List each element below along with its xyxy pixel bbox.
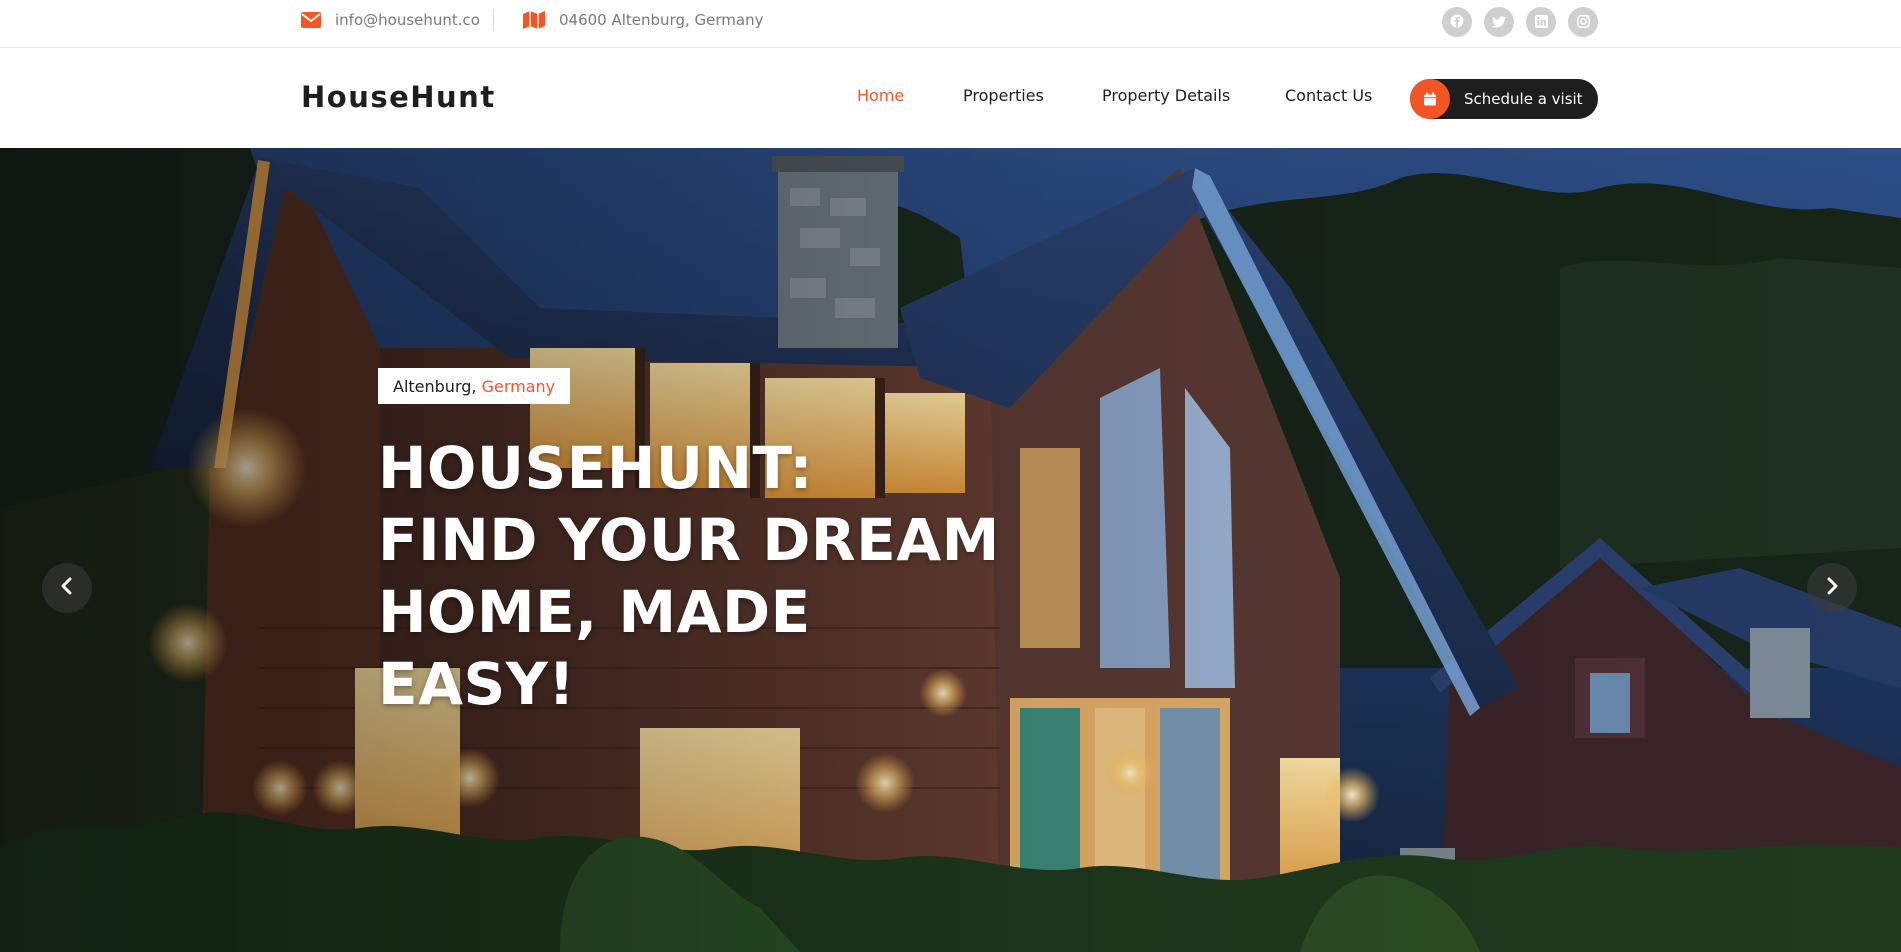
headline-line: EASY! (378, 650, 576, 718)
top-info-bar: info@househunt.co 04600 Altenburg, Germa… (0, 0, 1901, 48)
contact-email[interactable]: info@househunt.co (301, 0, 480, 40)
map-icon (523, 11, 545, 29)
main-navbar: HouseHunt Home Properties Property Detai… (0, 48, 1901, 148)
carousel-next-button[interactable] (1807, 563, 1857, 613)
nav-properties[interactable]: Properties (963, 86, 1044, 105)
contact-email-text: info@househunt.co (335, 11, 480, 29)
twitter-icon (1492, 13, 1506, 32)
facebook-icon (1450, 13, 1464, 32)
divider (493, 9, 494, 31)
nav-property-details[interactable]: Property Details (1102, 86, 1230, 105)
headline-line: FIND YOUR DREAM (378, 506, 1000, 574)
carousel-prev-button[interactable] (42, 563, 92, 613)
location-country: Germany (481, 376, 556, 396)
chevron-left-icon (60, 577, 74, 599)
headline-line: HOME, MADE (378, 578, 811, 646)
location-city: Altenburg, (393, 376, 477, 396)
chevron-right-icon (1825, 577, 1839, 599)
headline-line: HOUSEHUNT: (378, 434, 814, 502)
site-logo[interactable]: HouseHunt (301, 80, 496, 114)
location-badge: Altenburg, Germany (378, 368, 571, 404)
hero-headline: HOUSEHUNT: FIND YOUR DREAM HOME, MADE EA… (378, 432, 1018, 720)
calendar-icon (1410, 79, 1450, 119)
schedule-visit-button[interactable]: Schedule a visit (1410, 79, 1598, 119)
nav-home[interactable]: Home (857, 86, 904, 105)
facebook-link[interactable] (1442, 7, 1472, 37)
instagram-icon (1576, 13, 1590, 32)
instagram-link[interactable] (1568, 7, 1598, 37)
hero-banner: Altenburg, Germany HOUSEHUNT: FIND YOUR … (0, 148, 1901, 952)
nav-contact-us[interactable]: Contact Us (1285, 86, 1372, 105)
linkedin-icon (1534, 13, 1548, 32)
social-links (1442, 7, 1598, 37)
schedule-visit-label: Schedule a visit (1464, 90, 1583, 108)
twitter-link[interactable] (1484, 7, 1514, 37)
linkedin-link[interactable] (1526, 7, 1556, 37)
envelope-icon (301, 12, 321, 28)
contact-address-text: 04600 Altenburg, Germany (559, 11, 764, 29)
contact-address: 04600 Altenburg, Germany (523, 0, 763, 40)
